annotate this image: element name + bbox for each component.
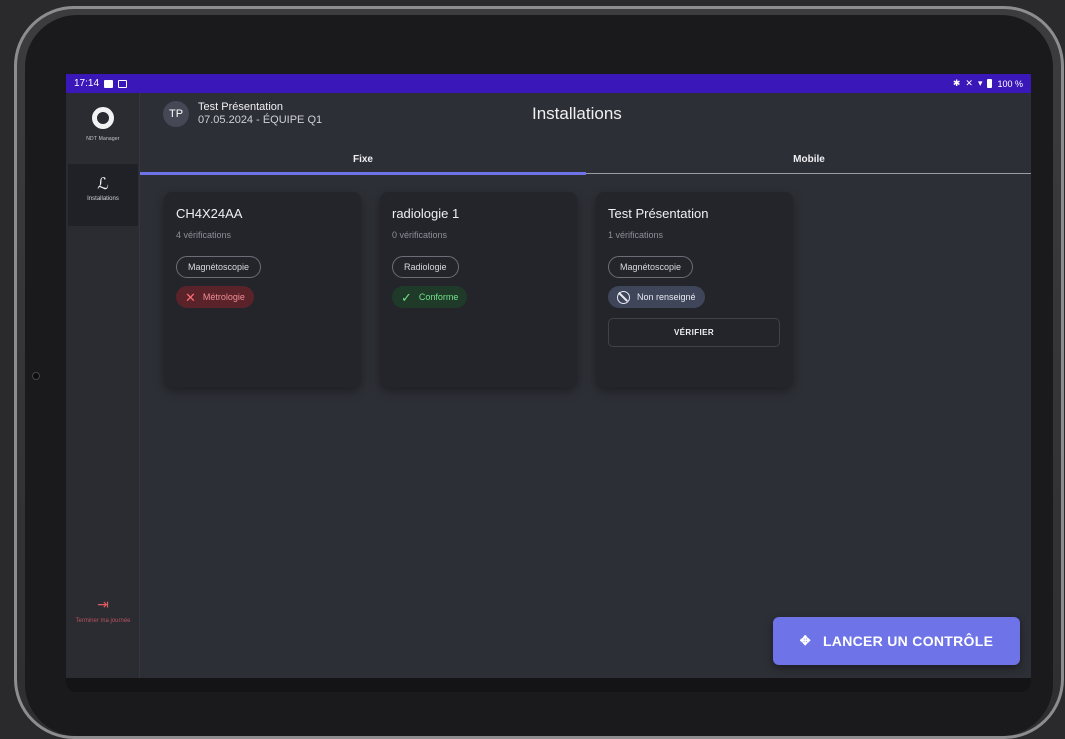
end-day-button[interactable]: ⇥ Terminer ma journée [66, 596, 140, 625]
wifi-icon: ▾ [977, 78, 983, 88]
side-navigation-rail: NDT Manager ℒ Installations ⇥ Terminer m… [66, 93, 140, 678]
notification-image-icon [104, 79, 114, 88]
check-icon: ✓ [401, 289, 412, 305]
status-bar: 17:14 ✱ ✕ ▾ 100 % [66, 74, 1031, 93]
front-camera [32, 372, 40, 380]
status-badge: ✕ Métrologie [176, 286, 254, 308]
status-label: Conforme [418, 292, 459, 302]
block-icon [617, 290, 630, 304]
verification-count: 0 vérifications [392, 230, 448, 240]
installation-card[interactable]: radiologie 1 0 vérifications Radiologie … [380, 192, 577, 387]
tab-mobile[interactable]: Mobile [586, 146, 1031, 173]
status-badge: ✓ Conforme [392, 286, 468, 308]
app-logo-text: NDT Manager [86, 136, 120, 142]
user-name: Test Présentation [198, 101, 283, 113]
bluetooth-icon: ✱ [952, 78, 961, 88]
status-badge: Non renseigné [608, 286, 705, 308]
notification-calendar-icon [118, 79, 128, 88]
installation-card[interactable]: CH4X24AA 4 vérifications Magnétoscopie ✕… [164, 192, 361, 387]
installation-title: radiologie 1 [392, 206, 460, 221]
page-title: Installations [532, 104, 622, 123]
start-control-label: LANCER UN CONTRÔLE [822, 633, 994, 649]
close-icon: ✕ [185, 289, 196, 305]
mute-icon: ✕ [965, 78, 973, 88]
avatar: TP [163, 101, 189, 127]
user-date-team: 07.05.2024 - ÉQUIPE Q1 [198, 114, 323, 126]
category-chip: Magnétoscopie [608, 256, 694, 278]
active-tab-indicator [140, 172, 586, 175]
installation-title: CH4X24AA [176, 206, 243, 221]
logo-ring-icon [92, 107, 114, 129]
category-chip: Radiologie [392, 256, 459, 278]
battery-icon [987, 79, 993, 88]
app-screen: 17:14 ✱ ✕ ▾ 100 % NDT Manager ℒ Installa… [66, 74, 1031, 678]
rail-item-label: Installations [87, 196, 119, 202]
status-label: Non renseigné [637, 292, 696, 302]
tab-fixe[interactable]: Fixe [140, 146, 586, 173]
installation-title: Test Présentation [608, 206, 709, 221]
status-time: 17:14 [74, 78, 100, 89]
tab-bar: Fixe Mobile [140, 146, 1031, 175]
screen-bottom-bezel [66, 678, 1031, 692]
category-chip: Magnétoscopie [176, 256, 262, 278]
verification-count: 4 vérifications [176, 230, 232, 240]
user-header[interactable]: TP Test Présentation 07.05.2024 - ÉQUIPE… [163, 101, 322, 127]
rail-item-installations[interactable]: ℒ Installations [68, 164, 138, 226]
move-icon: ✥ [799, 633, 811, 648]
verification-count: 1 vérifications [608, 230, 664, 240]
battery-level: 100 % [997, 78, 1023, 89]
end-day-label: Terminer ma journée [75, 618, 131, 624]
installation-card[interactable]: Test Présentation 1 vérifications Magnét… [596, 192, 793, 387]
installations-icon: ℒ [97, 174, 109, 193]
app-logo: NDT Manager [66, 107, 140, 142]
status-label: Métrologie [202, 292, 245, 302]
verify-button[interactable]: VÉRIFIER [608, 317, 780, 347]
start-control-button[interactable]: ✥ LANCER UN CONTRÔLE [773, 617, 1020, 665]
logout-icon: ⇥ [97, 596, 109, 612]
